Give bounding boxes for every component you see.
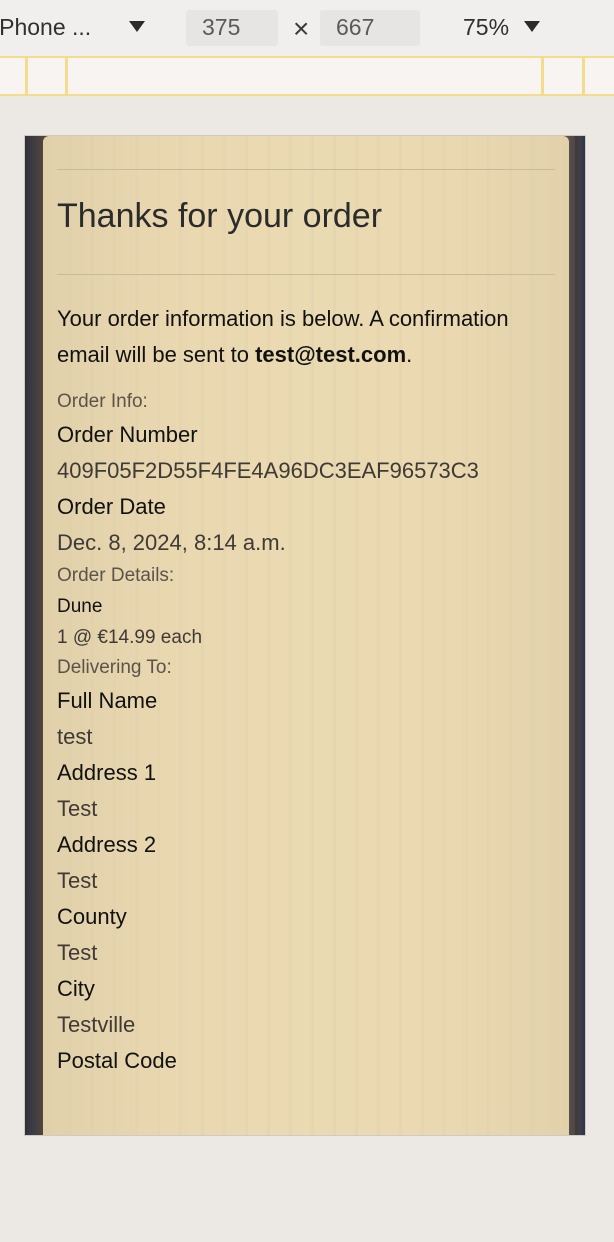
media-query-ruler (0, 56, 614, 96)
address1-label: Address 1 (57, 760, 157, 785)
city-label: City (57, 976, 95, 1001)
city-value: Testville (57, 1012, 136, 1037)
order-confirmation-card: Thanks for your order Your order informa… (43, 136, 569, 1135)
ruler-marker[interactable] (582, 58, 585, 94)
order-date-label: Order Date (57, 494, 166, 519)
ruler-marker[interactable] (541, 58, 544, 94)
device-viewport: Thanks for your order Your order informa… (24, 135, 586, 1136)
order-date-value: Dec. 8, 2024, 8:14 a.m. (57, 530, 286, 555)
order-number-label: Order Number (57, 422, 198, 447)
device-caret-icon[interactable] (129, 21, 145, 32)
ruler-marker[interactable] (65, 58, 68, 94)
full-name-value: test (57, 724, 93, 749)
intro-text: Your order information is below. A confi… (57, 301, 555, 373)
order-info-heading: Order Info: (57, 391, 148, 412)
item-quantity-price: 1 @ €14.99 each (57, 627, 203, 648)
item-name: Dune (57, 596, 103, 617)
width-input[interactable]: 375 (186, 10, 278, 46)
zoom-caret-icon[interactable] (524, 21, 540, 32)
divider (57, 169, 555, 170)
devtools-toolbar: iPhone ... 375 × 667 75% (0, 0, 614, 56)
intro-suffix: . (406, 342, 413, 367)
postal-code-label: Postal Code (57, 1048, 177, 1073)
address1-value: Test (57, 796, 98, 821)
ruler-marker[interactable] (25, 58, 28, 94)
zoom-select[interactable]: 75% (463, 14, 509, 41)
times-icon: × (293, 13, 310, 44)
county-label: County (57, 904, 127, 929)
device-select[interactable]: iPhone ... (0, 14, 91, 41)
address2-value: Test (57, 868, 98, 893)
address2-label: Address 2 (57, 832, 157, 857)
order-details-heading: Order Details: (57, 565, 175, 586)
confirmation-email: test@test.com (255, 342, 407, 367)
order-number-value: 409F05F2D55F4FE4A96DC3EAF96573C3 (57, 458, 479, 483)
page-title: Thanks for your order (57, 197, 383, 235)
full-name-label: Full Name (57, 688, 158, 713)
height-input[interactable]: 667 (320, 10, 420, 46)
delivering-heading: Delivering To: (57, 657, 172, 678)
county-value: Test (57, 940, 98, 965)
divider (57, 274, 555, 275)
